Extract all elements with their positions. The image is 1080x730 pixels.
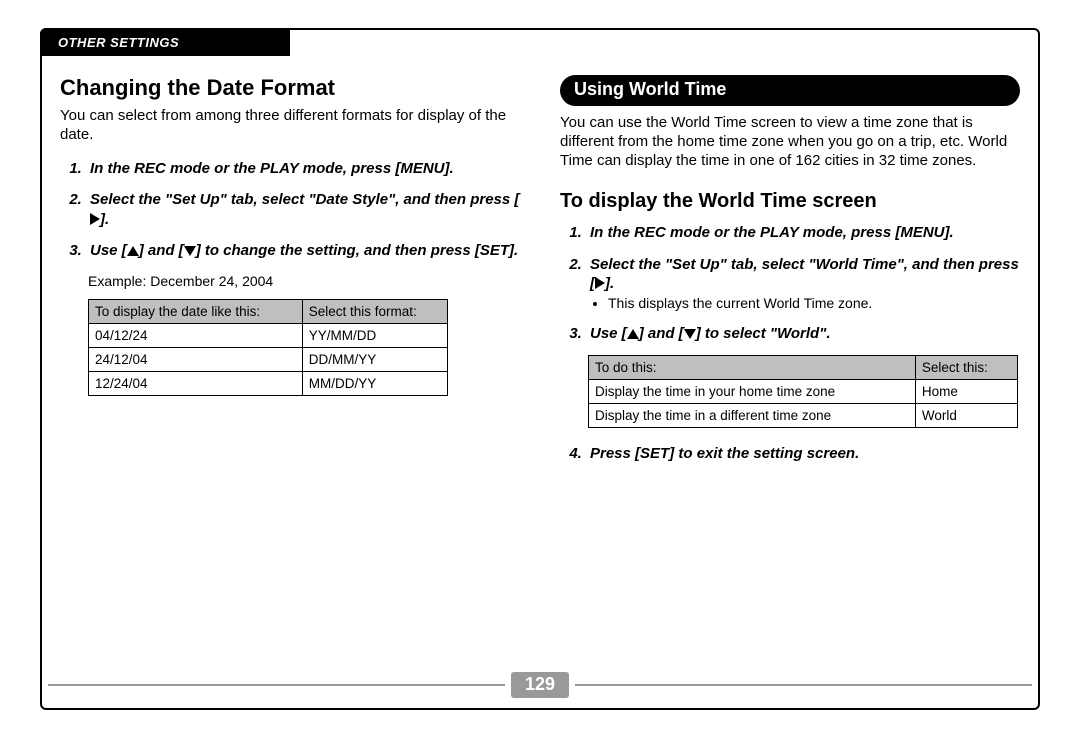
- date-format-table: To display the date like this: Select th…: [88, 299, 448, 396]
- right-subheading: To display the World Time screen: [560, 190, 1020, 213]
- footer-rule-left: [48, 684, 505, 686]
- cell-display: 12/24/04: [89, 371, 303, 395]
- manual-page: OTHER SETTINGS Changing the Date Format …: [40, 28, 1040, 710]
- right-step-1-text: In the REC mode or the PLAY mode, press …: [590, 224, 954, 241]
- triangle-down-icon: [184, 246, 196, 256]
- cell-select: Home: [915, 380, 1017, 404]
- left-steps-list: In the REC mode or the PLAY mode, press …: [60, 159, 520, 261]
- left-step-2-text-b: ].: [100, 211, 109, 228]
- left-column: Changing the Date Format You can select …: [60, 75, 520, 658]
- left-step-2: Select the "Set Up" tab, select "Date St…: [86, 190, 520, 229]
- triangle-right-icon: [595, 277, 605, 289]
- pill-text: Using World Time: [574, 79, 726, 99]
- section-header-bar: OTHER SETTINGS: [40, 28, 290, 56]
- cell-todo: Display the time in your home time zone: [589, 380, 916, 404]
- right-step-4-text: Press [SET] to exit the setting screen.: [590, 445, 859, 462]
- right-intro: You can use the World Time screen to vie…: [560, 114, 1020, 170]
- table-header-select: Select this:: [915, 356, 1017, 380]
- right-step-2-note: This displays the current World Time zon…: [608, 294, 1020, 312]
- right-step-2-text-a: Select the "Set Up" tab, select "World T…: [590, 256, 1019, 293]
- triangle-up-icon: [627, 329, 639, 339]
- world-time-table: To do this: Select this: Display the tim…: [588, 355, 1018, 428]
- table-header-todo: To do this:: [589, 356, 916, 380]
- left-step-3: Use [ ] and [ ] to change the setting, and…: [86, 241, 520, 261]
- table-row: Display the time in your home time zone …: [589, 380, 1018, 404]
- page-footer: 129: [42, 672, 1038, 698]
- table-header-row: To do this: Select this:: [589, 356, 1018, 380]
- cell-select: World: [915, 404, 1017, 428]
- table-header-display: To display the date like this:: [89, 299, 303, 323]
- triangle-right-icon: [90, 213, 100, 225]
- triangle-down-icon: [684, 329, 696, 339]
- left-step-1-text: In the REC mode or the PLAY mode, press …: [90, 160, 454, 177]
- world-time-pill: Using World Time: [560, 75, 1020, 106]
- right-step-2: Select the "Set Up" tab, select "World T…: [586, 255, 1020, 312]
- cell-format: MM/DD/YY: [302, 371, 447, 395]
- left-heading: Changing the Date Format: [60, 75, 520, 101]
- table-row: 24/12/04 DD/MM/YY: [89, 347, 448, 371]
- page-number: 129: [511, 672, 569, 698]
- cell-format: DD/MM/YY: [302, 347, 447, 371]
- table-header-format: Select this format:: [302, 299, 447, 323]
- right-step-4: Press [SET] to exit the setting screen.: [586, 444, 1020, 464]
- left-step-3-text-a: Use [: [90, 242, 127, 259]
- right-steps-list-cont: Press [SET] to exit the setting screen.: [560, 444, 1020, 464]
- cell-display: 04/12/24: [89, 323, 303, 347]
- table-row: 12/24/04 MM/DD/YY: [89, 371, 448, 395]
- left-step-1: In the REC mode or the PLAY mode, press …: [86, 159, 520, 179]
- right-steps-list: In the REC mode or the PLAY mode, press …: [560, 223, 1020, 343]
- section-header-text: OTHER SETTINGS: [58, 35, 179, 50]
- left-intro: You can select from among three differen…: [60, 107, 520, 145]
- left-step-3-text-b: ] and [: [139, 242, 184, 259]
- left-step-2-text-a: Select the "Set Up" tab, select "Date St…: [90, 191, 519, 208]
- table-header-row: To display the date like this: Select th…: [89, 299, 448, 323]
- cell-todo: Display the time in a different time zon…: [589, 404, 916, 428]
- right-column: Using World Time You can use the World T…: [560, 75, 1020, 658]
- table-row: Display the time in a different time zon…: [589, 404, 1018, 428]
- right-step-2-text-b: ].: [605, 275, 614, 292]
- triangle-up-icon: [127, 246, 139, 256]
- table-row: 04/12/24 YY/MM/DD: [89, 323, 448, 347]
- right-step-3-text-c: ] to select "World".: [696, 325, 831, 342]
- right-step-3: Use [ ] and [ ] to select "World".: [586, 324, 1020, 344]
- left-step-3-text-c: ] to change the setting, and then press …: [196, 242, 519, 259]
- right-step-3-text-a: Use [: [590, 325, 627, 342]
- right-step-3-text-b: ] and [: [639, 325, 684, 342]
- cell-display: 24/12/04: [89, 347, 303, 371]
- cell-format: YY/MM/DD: [302, 323, 447, 347]
- left-example: Example: December 24, 2004: [88, 273, 520, 289]
- footer-rule-right: [575, 684, 1032, 686]
- two-column-layout: Changing the Date Format You can select …: [60, 75, 1020, 658]
- right-step-1: In the REC mode or the PLAY mode, press …: [586, 223, 1020, 243]
